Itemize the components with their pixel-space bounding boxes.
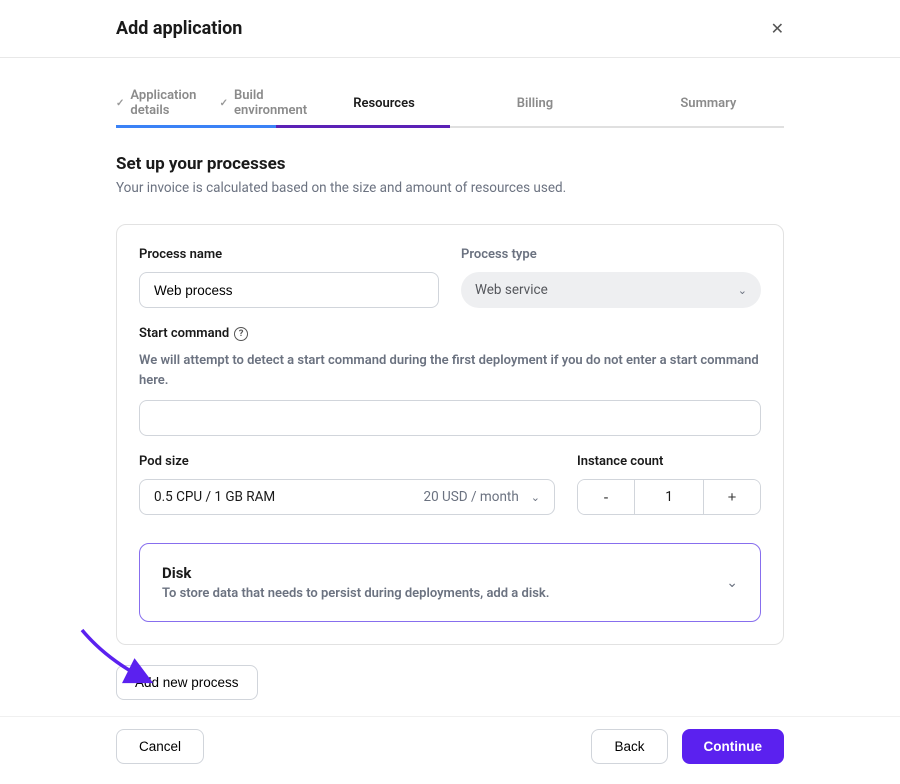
page-title: Add application	[116, 18, 242, 39]
process-card: Process name Process type Web service ⌄ …	[116, 224, 784, 645]
stepper: ✓ Application details ✓ Build environmen…	[116, 82, 784, 128]
cancel-button[interactable]: Cancel	[116, 729, 204, 764]
disk-panel[interactable]: Disk To store data that needs to persist…	[139, 543, 761, 622]
pod-size-select[interactable]: 0.5 CPU / 1 GB RAM 20 USD / month ⌄	[139, 479, 555, 515]
process-type-label: Process type	[461, 247, 761, 262]
disk-title: Disk	[162, 564, 549, 582]
step-billing[interactable]: Billing	[457, 82, 621, 126]
help-icon[interactable]: ?	[234, 327, 248, 341]
instance-count-value: 1	[634, 480, 704, 514]
pod-size-price: 20 USD / month	[424, 489, 519, 505]
check-icon: ✓	[220, 98, 228, 109]
instance-count-stepper: - 1 +	[577, 479, 761, 515]
step-label: Resources	[353, 96, 415, 111]
pod-size-value: 0.5 CPU / 1 GB RAM	[154, 489, 275, 505]
section-subtitle: Your invoice is calculated based on the …	[116, 180, 784, 196]
increment-button[interactable]: +	[704, 480, 760, 514]
select-value: Web service	[475, 282, 548, 298]
start-command-label: Start command ?	[139, 326, 761, 341]
chevron-down-icon: ⌄	[738, 284, 747, 297]
start-command-hint: We will attempt to detect a start comman…	[139, 351, 761, 390]
back-button[interactable]: Back	[591, 729, 667, 764]
step-summary[interactable]: Summary	[620, 82, 784, 126]
step-resources[interactable]: Resources	[323, 82, 457, 126]
close-icon: ✕	[771, 21, 784, 38]
process-type-select[interactable]: Web service ⌄	[461, 272, 761, 308]
add-new-process-button[interactable]: Add new process	[116, 665, 258, 700]
instance-count-label: Instance count	[577, 454, 761, 469]
step-label: Billing	[517, 96, 553, 111]
chevron-down-icon: ⌄	[531, 491, 540, 504]
close-button[interactable]: ✕	[771, 19, 784, 39]
decrement-button[interactable]: -	[578, 480, 634, 514]
process-name-input[interactable]	[139, 272, 439, 308]
step-label: Build environment	[234, 88, 323, 118]
start-command-input[interactable]	[139, 400, 761, 436]
section-title: Set up your processes	[116, 154, 784, 174]
step-label: Summary	[680, 96, 736, 111]
chevron-down-icon: ⌄	[726, 575, 738, 591]
continue-button[interactable]: Continue	[682, 729, 785, 764]
step-build-environment[interactable]: ✓ Build environment	[220, 82, 324, 126]
step-application-details[interactable]: ✓ Application details	[116, 82, 220, 126]
disk-description: To store data that needs to persist duri…	[162, 586, 549, 601]
check-icon: ✓	[116, 98, 124, 109]
process-name-label: Process name	[139, 247, 439, 262]
step-label: Application details	[130, 88, 219, 118]
pod-size-label: Pod size	[139, 454, 555, 469]
